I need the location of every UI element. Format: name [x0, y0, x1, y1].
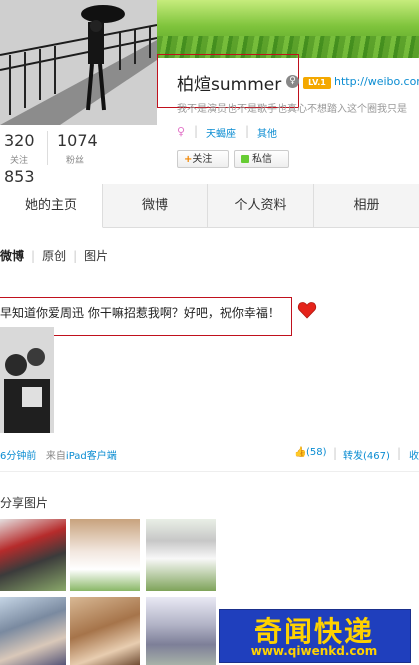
follow-button[interactable]: +关注 — [177, 150, 229, 168]
shared-photos-title: 分享图片 — [0, 496, 49, 510]
like-count[interactable]: (58) — [306, 447, 327, 458]
post-time[interactable]: 6分钟前 — [0, 451, 36, 462]
follow-label: 关注 — [192, 154, 213, 165]
message-label: 私信 — [252, 154, 272, 165]
divider: | — [194, 124, 199, 138]
divider: | — [245, 124, 250, 138]
filter-original[interactable]: 原创 — [42, 249, 66, 263]
shared-photo-3[interactable] — [146, 519, 216, 591]
tab-weibo[interactable]: 微博 — [103, 184, 208, 227]
tag-zodiac[interactable]: 天蝎座 — [206, 125, 236, 140]
post-source[interactable]: iPad客户端 — [66, 451, 117, 462]
post-image[interactable] — [0, 327, 54, 433]
fans-count[interactable]: 1074 — [57, 131, 98, 150]
profile-bio: 我不是演员也不是歌手也真心不想踏入这个圈我只是 — [177, 104, 407, 115]
tag-other[interactable]: 其他 — [257, 125, 277, 140]
shared-photo-6[interactable] — [146, 597, 216, 665]
collect-button[interactable]: 收 — [409, 447, 419, 462]
divider: | — [31, 249, 36, 263]
post-text: 早知道你爱周迅 你干嘛招惹我啊？好吧，祝你幸福！ — [0, 306, 280, 320]
tab-bar: 她的主页 微博 个人资料 相册 — [0, 184, 419, 228]
post-photo — [0, 327, 54, 433]
header-banner — [157, 0, 419, 58]
gender-icon: ♀ — [286, 75, 299, 88]
tab-home[interactable]: 她的主页 — [0, 184, 103, 228]
profile-name: 柏煊summer — [177, 75, 282, 95]
filter-images[interactable]: 图片 — [84, 249, 108, 263]
message-button[interactable]: 私信 — [234, 150, 289, 168]
stats-divider — [47, 131, 48, 165]
divider: | — [397, 446, 402, 460]
filter-all[interactable]: 微博 — [0, 249, 24, 263]
like-icon[interactable]: 👍 — [294, 447, 306, 458]
following-count[interactable]: 320 — [4, 131, 35, 150]
post-source-prefix: 来自 — [45, 451, 66, 462]
profile-cover-photo[interactable] — [0, 0, 157, 125]
watermark-url: www.qiwenkd.com — [250, 644, 378, 658]
vip-badge[interactable]: LV.1 — [303, 77, 331, 89]
tag-icon: ♀ — [177, 125, 186, 138]
message-icon — [241, 155, 249, 163]
feed-filter: 微博 | 原创 | 图片 — [0, 247, 108, 264]
repost-button[interactable]: 转发(467) — [343, 447, 390, 462]
section-divider — [0, 471, 419, 472]
shared-photo-4[interactable] — [0, 597, 66, 665]
tab-album[interactable]: 相册 — [314, 184, 419, 227]
heart-icon — [297, 302, 317, 319]
divider: | — [333, 446, 338, 460]
bridge-photo — [0, 0, 157, 125]
shared-photo-1[interactable] — [0, 519, 66, 591]
tab-profile[interactable]: 个人资料 — [208, 184, 314, 227]
profile-link[interactable]: http://weibo.com/ — [334, 75, 419, 88]
shared-photo-2[interactable] — [70, 519, 140, 591]
fans-label[interactable]: 粉丝 — [66, 153, 84, 166]
post-meta: 6分钟前 来自iPad客户端 — [0, 447, 117, 462]
shared-photo-5[interactable] — [70, 597, 140, 665]
following-label[interactable]: 关注 — [10, 153, 28, 166]
divider: | — [73, 249, 78, 263]
